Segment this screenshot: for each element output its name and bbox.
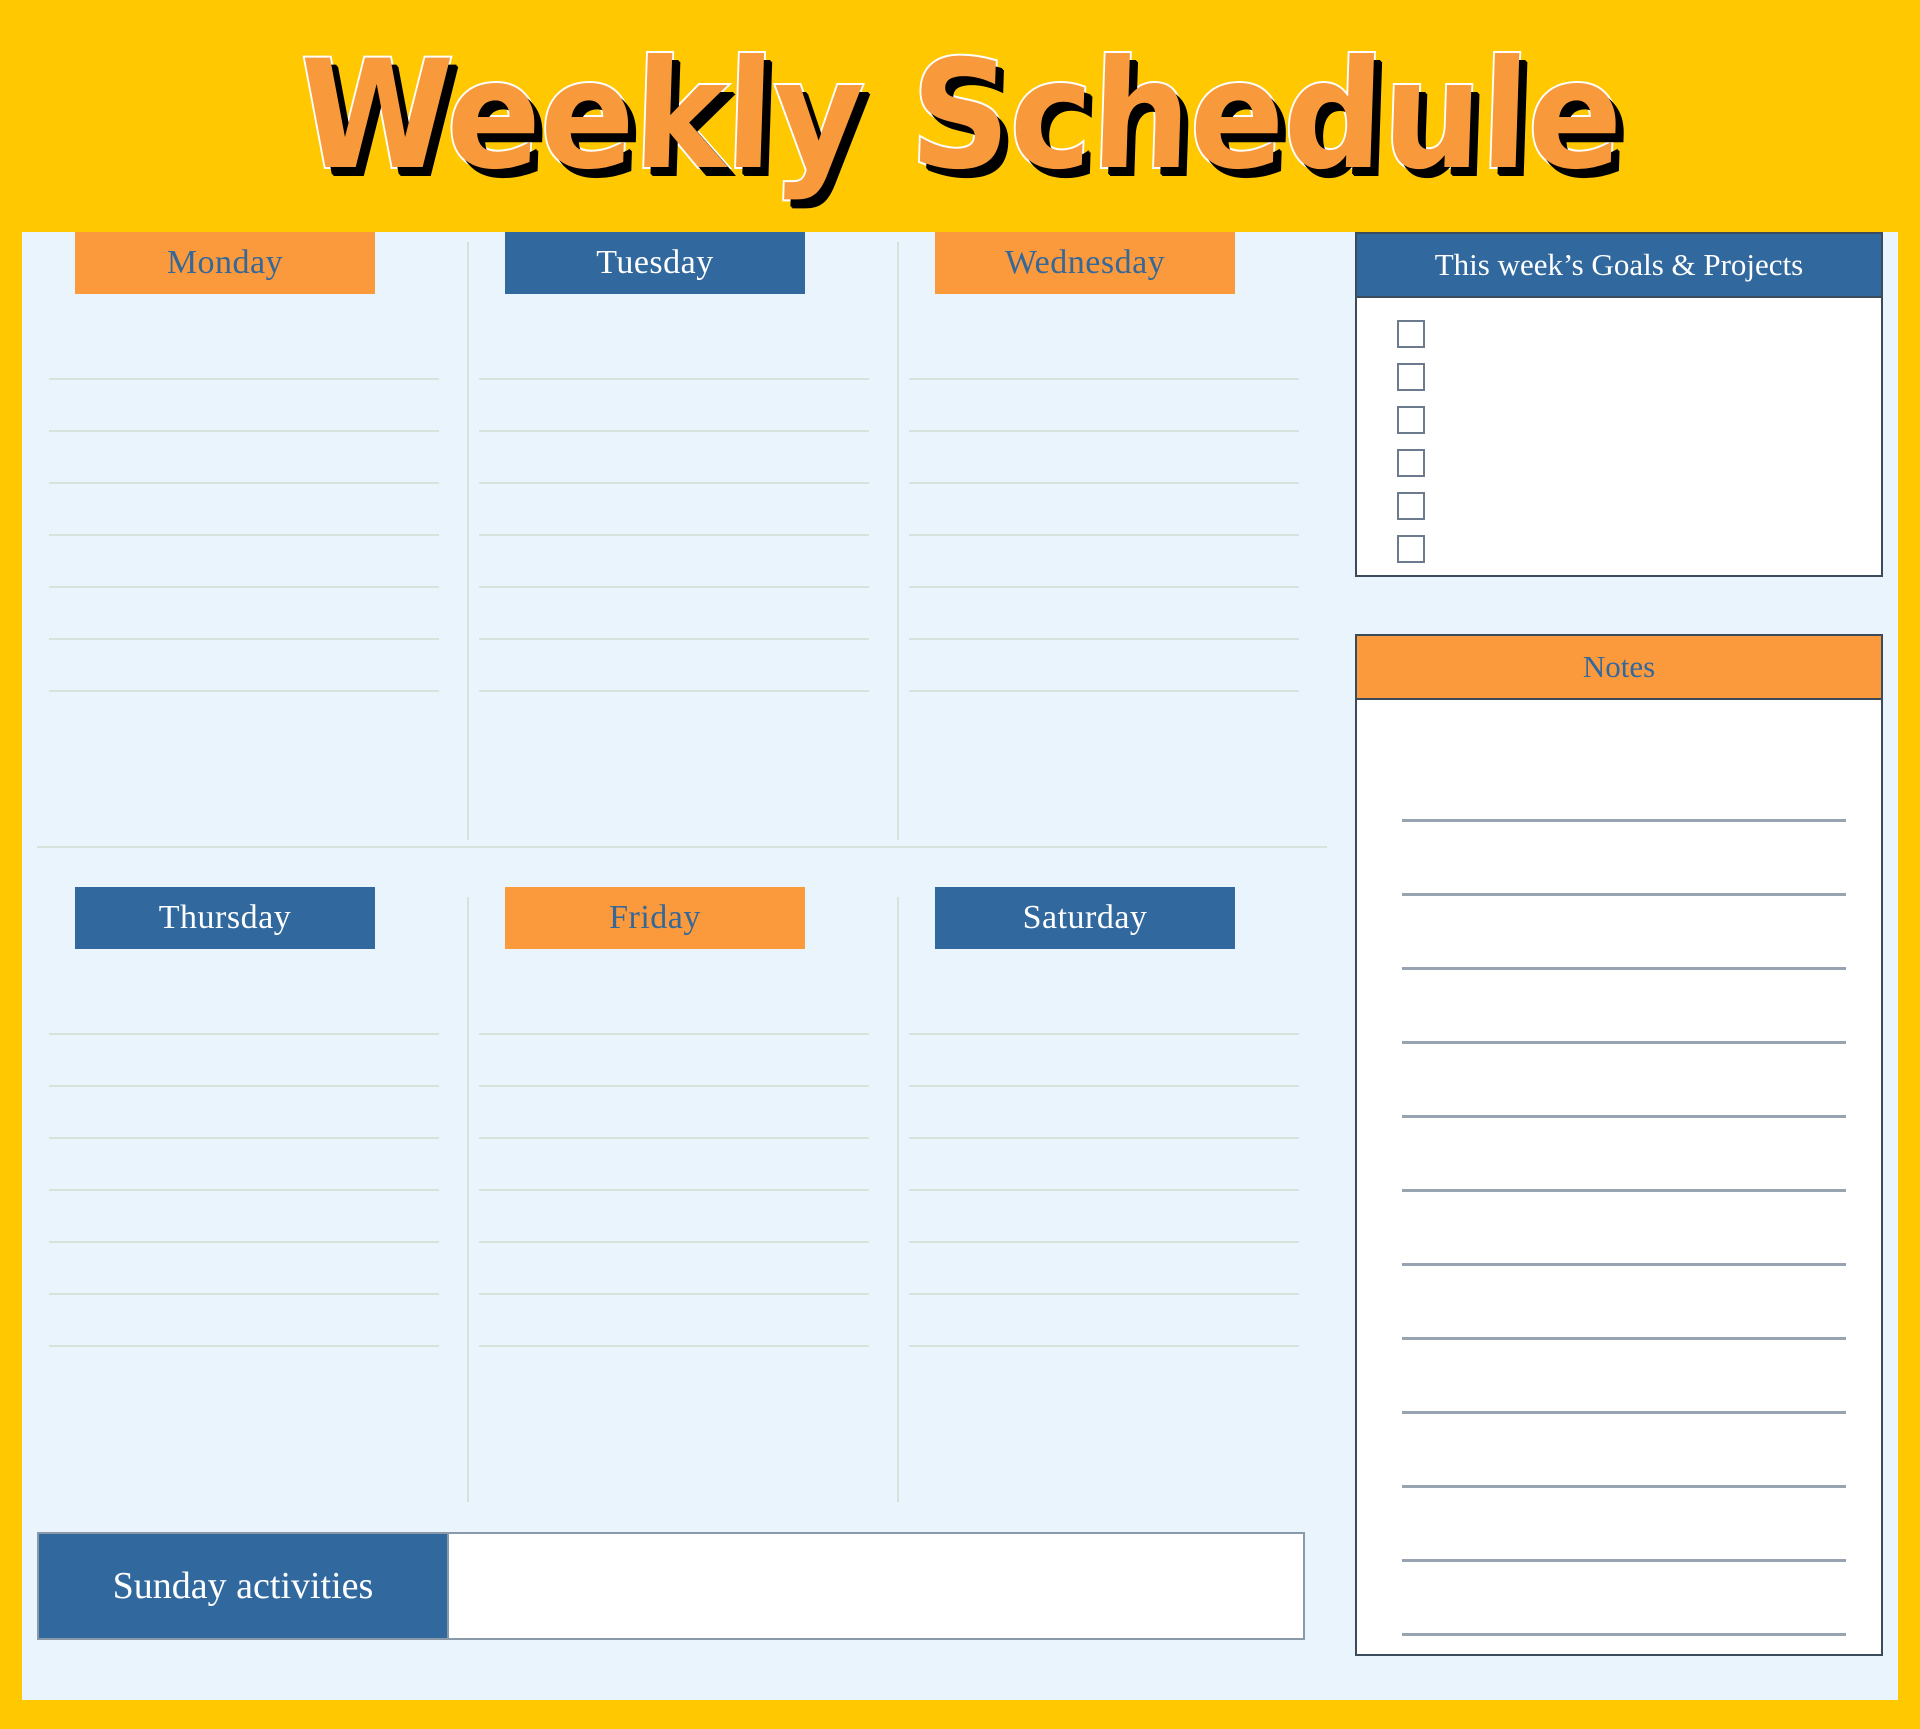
goals-panel-header: This week’s Goals & Projects: [1355, 232, 1883, 298]
write-line[interactable]: [909, 983, 1299, 1035]
checkbox-icon[interactable]: [1397, 449, 1425, 477]
title-banner: Weekly Schedule: [0, 0, 1920, 232]
write-line[interactable]: [49, 1087, 439, 1139]
day-lines-monday[interactable]: [49, 328, 439, 692]
note-line[interactable]: [1402, 1192, 1846, 1266]
write-line[interactable]: [909, 1295, 1299, 1347]
goal-item[interactable]: [1397, 320, 1881, 363]
write-line[interactable]: [479, 536, 869, 588]
write-line[interactable]: [49, 588, 439, 640]
write-line[interactable]: [909, 1035, 1299, 1087]
write-line[interactable]: [49, 1243, 439, 1295]
days-grid: Monday Tuesday Wednesday Thursday Friday…: [37, 232, 1327, 1522]
notes-panel: Notes: [1355, 634, 1883, 1656]
checkbox-icon[interactable]: [1397, 492, 1425, 520]
sunday-activities-label: Sunday activities: [37, 1532, 449, 1640]
note-line[interactable]: [1402, 1266, 1846, 1340]
write-line[interactable]: [909, 640, 1299, 692]
note-line[interactable]: [1402, 748, 1846, 822]
goal-item[interactable]: [1397, 406, 1881, 449]
write-line[interactable]: [479, 1243, 869, 1295]
day-cell-saturday[interactable]: Saturday: [897, 887, 1327, 1502]
day-header-tuesday: Tuesday: [505, 232, 805, 294]
write-line[interactable]: [49, 536, 439, 588]
write-line[interactable]: [479, 380, 869, 432]
checkbox-icon[interactable]: [1397, 406, 1425, 434]
day-lines-wednesday[interactable]: [909, 328, 1299, 692]
page-title: Weekly Schedule: [294, 27, 1626, 205]
write-line[interactable]: [909, 484, 1299, 536]
write-line[interactable]: [49, 380, 439, 432]
day-cell-wednesday[interactable]: Wednesday: [897, 232, 1327, 847]
write-line[interactable]: [49, 328, 439, 380]
notes-area[interactable]: [1355, 700, 1883, 1656]
day-cell-tuesday[interactable]: Tuesday: [467, 232, 897, 847]
write-line[interactable]: [479, 983, 869, 1035]
day-cell-friday[interactable]: Friday: [467, 887, 897, 1502]
day-cell-thursday[interactable]: Thursday: [37, 887, 467, 1502]
write-line[interactable]: [479, 1035, 869, 1087]
sunday-activities-bar: Sunday activities: [37, 1532, 1305, 1640]
write-line[interactable]: [49, 1139, 439, 1191]
write-line[interactable]: [909, 1191, 1299, 1243]
write-line[interactable]: [909, 1243, 1299, 1295]
day-header-wednesday: Wednesday: [935, 232, 1235, 294]
write-line[interactable]: [909, 432, 1299, 484]
write-line[interactable]: [909, 328, 1299, 380]
day-cell-monday[interactable]: Monday: [37, 232, 467, 847]
write-line[interactable]: [49, 484, 439, 536]
checkbox-icon[interactable]: [1397, 535, 1425, 563]
write-line[interactable]: [479, 328, 869, 380]
write-line[interactable]: [479, 484, 869, 536]
day-header-monday: Monday: [75, 232, 375, 294]
goal-item[interactable]: [1397, 449, 1881, 492]
planner-board: Monday Tuesday Wednesday Thursday Friday…: [22, 232, 1898, 1700]
write-line[interactable]: [49, 983, 439, 1035]
write-line[interactable]: [49, 1295, 439, 1347]
write-line[interactable]: [479, 1139, 869, 1191]
note-line[interactable]: [1402, 896, 1846, 970]
write-line[interactable]: [479, 640, 869, 692]
write-line[interactable]: [479, 432, 869, 484]
note-line[interactable]: [1402, 970, 1846, 1044]
write-line[interactable]: [49, 1191, 439, 1243]
write-line[interactable]: [909, 380, 1299, 432]
note-line[interactable]: [1402, 1118, 1846, 1192]
day-lines-thursday[interactable]: [49, 983, 439, 1347]
day-header-saturday: Saturday: [935, 887, 1235, 949]
write-line[interactable]: [479, 1295, 869, 1347]
write-line[interactable]: [909, 1087, 1299, 1139]
checkbox-icon[interactable]: [1397, 320, 1425, 348]
day-lines-tuesday[interactable]: [479, 328, 869, 692]
goal-item[interactable]: [1397, 492, 1881, 535]
day-header-friday: Friday: [505, 887, 805, 949]
write-line[interactable]: [479, 1087, 869, 1139]
write-line[interactable]: [909, 588, 1299, 640]
weekly-schedule-page: Weekly Schedule Monday Tuesday Wednesday…: [0, 0, 1920, 1729]
goals-checklist[interactable]: [1355, 298, 1883, 577]
note-line[interactable]: [1402, 1562, 1846, 1636]
day-lines-friday[interactable]: [479, 983, 869, 1347]
goals-panel: This week’s Goals & Projects: [1355, 232, 1883, 577]
write-line[interactable]: [49, 640, 439, 692]
write-line[interactable]: [49, 1035, 439, 1087]
write-line[interactable]: [479, 1191, 869, 1243]
note-line[interactable]: [1402, 1488, 1846, 1562]
goal-item[interactable]: [1397, 363, 1881, 406]
write-line[interactable]: [909, 536, 1299, 588]
checkbox-icon[interactable]: [1397, 363, 1425, 391]
note-line[interactable]: [1402, 1414, 1846, 1488]
note-line[interactable]: [1402, 1340, 1846, 1414]
goal-item[interactable]: [1397, 535, 1881, 578]
write-line[interactable]: [49, 432, 439, 484]
note-line[interactable]: [1402, 822, 1846, 896]
note-line[interactable]: [1402, 1044, 1846, 1118]
day-header-thursday: Thursday: [75, 887, 375, 949]
day-lines-saturday[interactable]: [909, 983, 1299, 1347]
write-line[interactable]: [479, 588, 869, 640]
notes-panel-header: Notes: [1355, 634, 1883, 700]
write-line[interactable]: [909, 1139, 1299, 1191]
sunday-activities-input[interactable]: [449, 1532, 1305, 1640]
